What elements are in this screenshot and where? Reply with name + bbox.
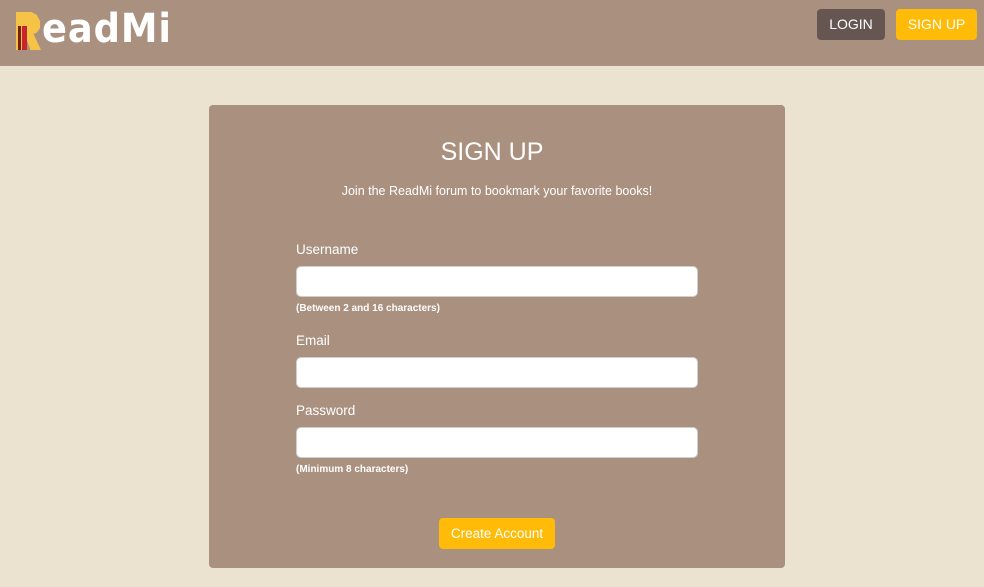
top-navbar: eadMi LOGIN SIGN UP [0, 0, 984, 66]
password-hint: (Minimum 8 characters) [296, 464, 409, 475]
password-label: Password [296, 403, 356, 418]
logo-r-mark [16, 12, 41, 50]
create-account-button[interactable]: Create Account [439, 518, 555, 549]
password-input[interactable] [296, 427, 698, 458]
email-input[interactable] [296, 357, 698, 388]
username-input[interactable] [296, 266, 698, 297]
username-hint: (Between 2 and 16 characters) [296, 303, 440, 314]
page-subtitle: Join the ReadMi forum to bookmark your f… [341, 184, 653, 198]
signup-nav-button[interactable]: SIGN UP [896, 9, 977, 40]
logo-book-spine-red [22, 26, 27, 50]
username-label: Username [296, 242, 359, 257]
email-label: Email [296, 333, 330, 348]
readmi-logo[interactable]: eadMi [16, 8, 183, 50]
logo-wordmark: eadMi [42, 6, 172, 52]
page-title: SIGN UP [440, 138, 544, 166]
login-button[interactable]: LOGIN [817, 9, 885, 40]
logo-book-spine-dark [18, 26, 21, 50]
